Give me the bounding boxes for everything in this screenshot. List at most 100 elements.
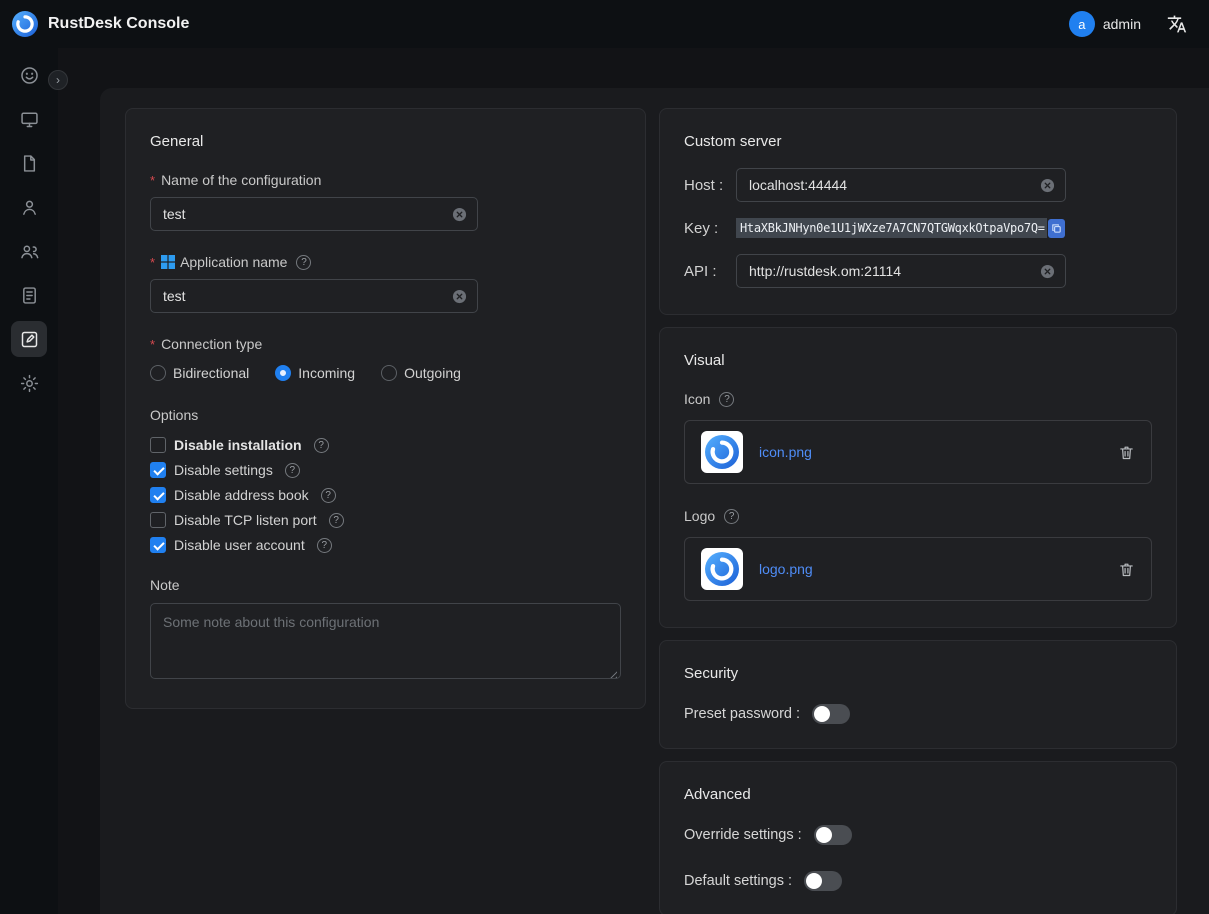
- app-title: RustDesk Console: [48, 15, 189, 33]
- host-input-wrap: [736, 168, 1066, 202]
- key-row: Key : HtaXBkJNHyn0e1U1jWXze7A7CN7QTGWqxk…: [684, 215, 1152, 241]
- checkbox-disable-tcp-listen-port[interactable]: Disable TCP listen port ?: [150, 512, 621, 528]
- rustdesk-logo-icon: [705, 435, 739, 469]
- name-input[interactable]: [163, 206, 452, 222]
- note-textarea[interactable]: [150, 603, 621, 679]
- radio-label: Incoming: [298, 365, 355, 381]
- radio-label: Outgoing: [404, 365, 461, 381]
- key-label: Key :: [684, 220, 736, 237]
- help-icon[interactable]: ?: [329, 513, 344, 528]
- sidebar-item-user[interactable]: [11, 189, 47, 225]
- checkbox-disable-address-book[interactable]: Disable address book ?: [150, 487, 621, 503]
- checkbox-disable-installation[interactable]: Disable installation ?: [150, 437, 621, 453]
- help-icon[interactable]: ?: [296, 255, 311, 270]
- user-icon: [19, 197, 40, 218]
- key-field: HtaXBkJNHyn0e1U1jWXze7A7CN7QTGWqxkOtpaVp…: [736, 215, 1065, 241]
- radio-label: Bidirectional: [173, 365, 249, 381]
- options-title: Options: [150, 407, 621, 423]
- log-book-icon: [19, 285, 40, 306]
- host-input[interactable]: [749, 177, 1040, 193]
- sidebar-item-audit-log[interactable]: [11, 277, 47, 313]
- advanced-title: Advanced: [684, 786, 1152, 803]
- trash-icon[interactable]: [1118, 444, 1135, 461]
- help-icon[interactable]: ?: [314, 438, 329, 453]
- default-settings-row: Default settings :: [684, 871, 1152, 891]
- connection-label-row: * Connection type: [150, 336, 621, 352]
- checkbox-box[interactable]: [150, 462, 166, 478]
- help-icon[interactable]: ?: [285, 463, 300, 478]
- connection-radio-group: Bidirectional Incoming Outgoing: [150, 365, 621, 381]
- general-column: General * Name of the configuration: [125, 108, 646, 709]
- sidebar-item-devices[interactable]: [11, 101, 47, 137]
- icon-label-row: Icon ?: [684, 391, 1152, 407]
- general-card: General * Name of the configuration: [125, 108, 646, 709]
- required-asterisk: *: [150, 173, 155, 188]
- sidebar-item-users[interactable]: [11, 233, 47, 269]
- icon-label: Icon: [684, 391, 710, 407]
- sidebar-item-dashboard[interactable]: [11, 57, 47, 93]
- monitor-icon: [19, 109, 40, 130]
- checkbox-box[interactable]: [150, 537, 166, 553]
- note-textarea-wrap: [150, 603, 621, 684]
- sidebar-collapse-button[interactable]: ›: [48, 70, 68, 90]
- default-settings-toggle[interactable]: [804, 871, 842, 891]
- clear-icon[interactable]: [452, 289, 467, 304]
- copy-icon[interactable]: [1048, 219, 1065, 238]
- icon-thumbnail: [701, 431, 743, 473]
- trash-icon[interactable]: [1118, 561, 1135, 578]
- help-icon[interactable]: ?: [719, 392, 734, 407]
- app-name-input-wrap: [150, 279, 478, 313]
- general-title: General: [150, 133, 621, 150]
- radio-circle[interactable]: [381, 365, 397, 381]
- checkbox-box[interactable]: [150, 512, 166, 528]
- preset-password-row: Preset password :: [684, 704, 1152, 724]
- app-name-input[interactable]: [163, 288, 452, 304]
- help-icon[interactable]: ?: [321, 488, 336, 503]
- right-column: Custom server Host : Key : HtaXBkJNHyn0: [659, 108, 1177, 914]
- checkbox-label: Disable user account: [174, 537, 305, 553]
- checkbox-box[interactable]: [150, 487, 166, 503]
- api-input-wrap: [736, 254, 1066, 288]
- app-name-field-group: * Application name ?: [150, 254, 621, 313]
- checkbox-box[interactable]: [150, 437, 166, 453]
- radio-circle[interactable]: [150, 365, 166, 381]
- logo-thumbnail: [701, 548, 743, 590]
- icon-file-link[interactable]: icon.png: [759, 444, 812, 460]
- content-panel: General * Name of the configuration: [100, 88, 1209, 914]
- clear-icon[interactable]: [452, 207, 467, 222]
- override-settings-row: Override settings :: [684, 825, 1152, 845]
- icon-file-box: icon.png: [684, 420, 1152, 484]
- api-input[interactable]: [749, 263, 1040, 279]
- radio-bidirectional[interactable]: Bidirectional: [150, 365, 249, 381]
- logo-file-link[interactable]: logo.png: [759, 561, 813, 577]
- checkbox-disable-settings[interactable]: Disable settings ?: [150, 462, 621, 478]
- user-menu[interactable]: a admin: [1069, 11, 1141, 37]
- custom-server-card: Custom server Host : Key : HtaXBkJNHyn0: [659, 108, 1177, 315]
- advanced-card: Advanced Override settings : Default set…: [659, 761, 1177, 914]
- clear-icon[interactable]: [1040, 264, 1055, 279]
- header-right: a admin: [1069, 11, 1187, 37]
- sidebar-item-documents[interactable]: [11, 145, 47, 181]
- override-settings-toggle[interactable]: [814, 825, 852, 845]
- radio-outgoing[interactable]: Outgoing: [381, 365, 461, 381]
- clear-icon[interactable]: [1040, 178, 1055, 193]
- smiley-icon: [19, 65, 40, 86]
- radio-circle[interactable]: [275, 365, 291, 381]
- help-icon[interactable]: ?: [724, 509, 739, 524]
- toggle-knob: [816, 827, 832, 843]
- sidebar-item-settings[interactable]: [11, 365, 47, 401]
- help-icon[interactable]: ?: [317, 538, 332, 553]
- visual-card: Visual Icon ? icon.png: [659, 327, 1177, 628]
- translate-icon[interactable]: [1167, 14, 1187, 34]
- preset-password-toggle[interactable]: [812, 704, 850, 724]
- preset-password-label: Preset password :: [684, 706, 800, 722]
- main-area: General * Name of the configuration: [58, 48, 1209, 914]
- radio-incoming[interactable]: Incoming: [275, 365, 355, 381]
- logo-label-row: Logo ?: [684, 508, 1152, 524]
- rustdesk-logo-icon: [705, 552, 739, 586]
- sidebar-item-custom-client[interactable]: [11, 321, 47, 357]
- checkbox-disable-user-account[interactable]: Disable user account ?: [150, 537, 621, 553]
- app-name-label: Application name: [180, 254, 287, 270]
- name-input-wrap: [150, 197, 478, 231]
- api-label: API :: [684, 263, 736, 280]
